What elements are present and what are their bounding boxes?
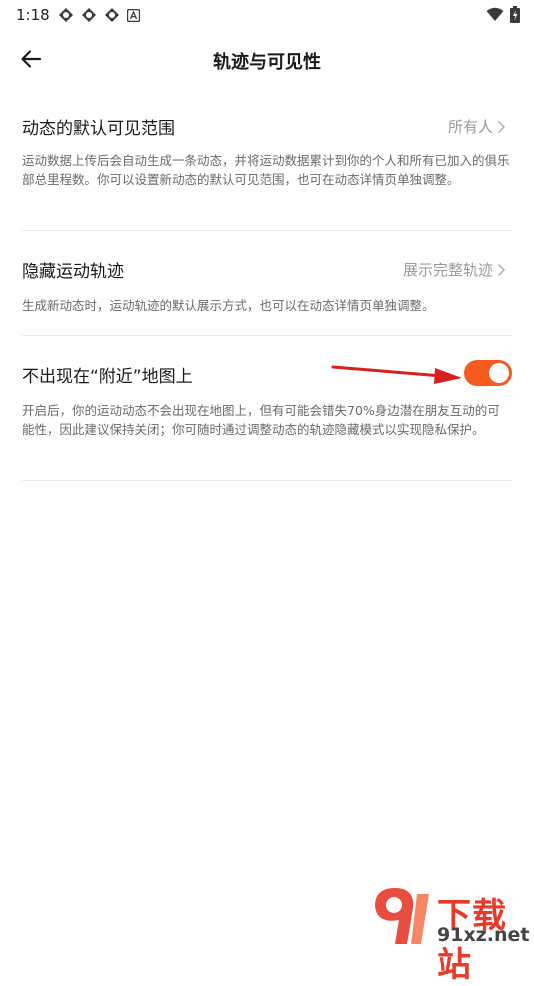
- page-title: 轨迹与可见性: [213, 52, 321, 73]
- hide-track-setting-value[interactable]: 展示完整轨迹: [403, 259, 506, 280]
- divider: [22, 335, 512, 336]
- hide-track-value-label: 展示完整轨迹: [402, 261, 493, 279]
- visibility-value-label: 所有人: [447, 118, 493, 136]
- watermark: 下载站 91xz.net: [365, 884, 534, 985]
- status-icons-left: [58, 7, 140, 23]
- nearby-setting-title: 不出现在“附近”地图上: [22, 367, 193, 387]
- nearby-setting-description: 开启后，你的运动动态不会出现在地图上，但有可能会错失70%身边潜在朋友互动的可能…: [22, 403, 500, 437]
- hide-track-setting-row[interactable]: 隐藏运动轨迹 展示完整轨迹: [22, 257, 512, 287]
- app-notification-icon: [105, 8, 119, 22]
- hide-track-setting-title: 隐藏运动轨迹: [22, 262, 124, 282]
- chevron-right-icon: [497, 263, 506, 276]
- chevron-right-icon: [497, 120, 506, 133]
- wifi-icon: [486, 7, 504, 21]
- watermark-url: 91xz.net: [437, 924, 530, 946]
- visibility-setting-value[interactable]: 所有人: [448, 116, 506, 137]
- hide-track-setting-description: 生成新动态时，运动轨迹的默认展示方式，也可以在动态详情页单独调整。: [22, 298, 435, 313]
- a-badge-icon: [127, 8, 140, 22]
- status-time: 1:18: [16, 6, 50, 24]
- annotation-arrow-icon: [331, 365, 462, 384]
- status-bar: 1:18: [0, 0, 534, 30]
- status-icons-right: [486, 6, 520, 23]
- app-notification-icon: [82, 8, 96, 22]
- watermark-logo: [375, 888, 429, 944]
- battery-icon: [510, 6, 520, 23]
- visibility-setting-description: 运动数据上传后会自动生成一条动态，并将运动数据累计到你的个人和所有已加入的俱乐部…: [22, 153, 510, 187]
- divider: [22, 480, 512, 481]
- visibility-setting-row[interactable]: 动态的默认可见范围 所有人: [22, 114, 512, 144]
- app-notification-icon: [59, 8, 73, 22]
- nearby-toggle-switch[interactable]: [464, 360, 512, 386]
- toggle-knob: [489, 363, 509, 383]
- visibility-setting-title: 动态的默认可见范围: [22, 119, 175, 139]
- divider: [22, 230, 512, 231]
- app-bar: 轨迹与可见性: [0, 36, 534, 84]
